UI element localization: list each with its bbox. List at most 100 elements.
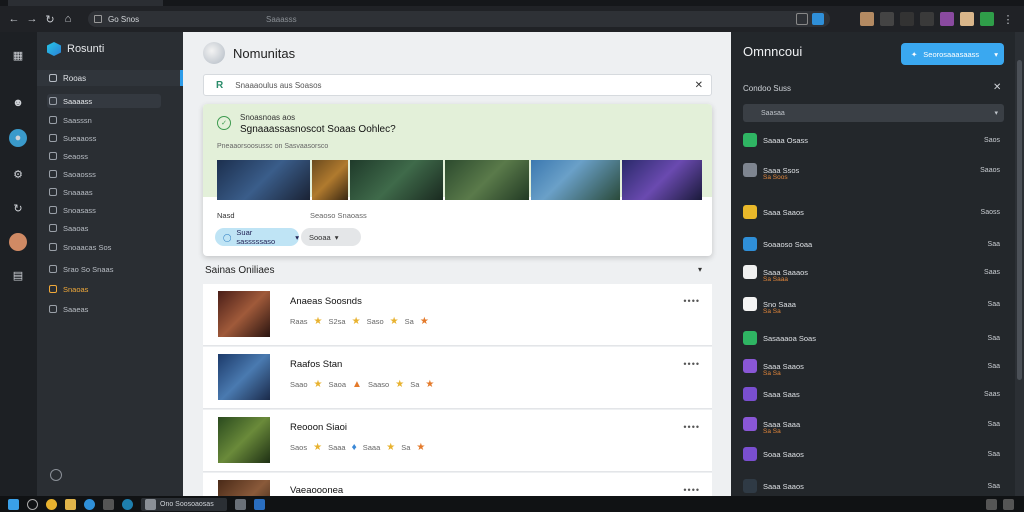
screenshot-thumb[interactable] <box>312 160 348 200</box>
sidebar-item-11[interactable]: Snaoas <box>47 282 161 296</box>
panel-list-item[interactable]: Saaa Saaos Sa Sa Saa <box>743 358 1004 377</box>
meta-value: Saso <box>366 317 384 326</box>
refresh-ext-icon[interactable] <box>796 13 808 25</box>
panel-item-value: Saoss <box>980 208 1000 216</box>
edge-icon[interactable] <box>84 498 95 510</box>
search-input[interactable]: R Snaaaoulus aus Soasos ✕ <box>203 74 712 96</box>
page-icon <box>94 15 102 23</box>
document-icon[interactable]: ▤ <box>9 266 27 284</box>
more-icon[interactable]: •••• <box>683 485 700 495</box>
controller-ext-icon[interactable] <box>880 12 894 26</box>
chevron-down-icon[interactable]: ▾ <box>698 265 702 274</box>
folder-icon[interactable] <box>65 498 76 510</box>
screenshot-thumb[interactable] <box>445 160 529 200</box>
panel-list-item[interactable]: Saaa Ssos Sa Soos Saaos <box>743 162 1004 181</box>
game-row[interactable]: Reooon Siaoi Saos ★ Saaa ♦ Saaa ★ Sa ★ •… <box>203 410 712 472</box>
reload-icon[interactable]: ↻ <box>42 11 58 27</box>
settings-icon[interactable]: ⚙ <box>9 165 27 183</box>
sidebar-item-5[interactable]: Saoaosss <box>47 167 161 181</box>
crop-ext-icon[interactable] <box>920 12 934 26</box>
screenshot-thumb[interactable] <box>350 160 443 200</box>
game-row[interactable]: Anaeas Soosnds Raas ★ S2sa ★ Saso ★ Sa ★… <box>203 284 712 346</box>
sidebar-item-9[interactable]: Snoaacas Sos <box>47 240 161 254</box>
menu-icon[interactable]: ⋮ <box>1000 11 1016 27</box>
sidebar: Rosunti Rooas Saaaass Saasssn Sueaaoss S… <box>37 32 183 496</box>
panel-list-item[interactable]: Saaa Saaaos Sa Saaa Saas <box>743 264 1004 283</box>
more-icon[interactable]: •••• <box>683 422 700 432</box>
game-row[interactable]: Raafos Stan Saao ★ Saoa ▲ Saaso ★ Sa ★ •… <box>203 347 712 409</box>
sidebar-item-12[interactable]: Saaeas <box>47 302 161 316</box>
windows-start-icon[interactable] <box>8 498 19 510</box>
avatar-ext-icon[interactable] <box>940 12 954 26</box>
scrollbar-thumb[interactable] <box>1017 60 1022 380</box>
profile-icon[interactable] <box>9 233 27 251</box>
sidebar-item-6[interactable]: Snaaaas <box>47 185 161 199</box>
globe-icon[interactable]: ● <box>9 129 27 147</box>
panel-list-item[interactable]: Soaaoso Soaa Saa <box>743 236 1004 252</box>
sort-chip[interactable]: Sooaa ▾ <box>301 228 361 246</box>
sidebar-item-7[interactable]: Snoasass <box>47 203 161 217</box>
panel-list-item[interactable]: Sno Saaa Sa Sa Saa <box>743 296 1004 315</box>
brand[interactable]: Rosunti <box>47 42 104 56</box>
avatar[interactable] <box>203 42 225 64</box>
panel-list-item[interactable]: Soaa Saaos Saa <box>743 446 1004 462</box>
star-icon: ★ <box>386 442 396 453</box>
green-ext-icon[interactable] <box>980 12 994 26</box>
user-add-icon[interactable]: ☻ <box>9 94 27 112</box>
close-icon[interactable]: ✕ <box>993 82 1001 93</box>
puzzle-icon: ♦ <box>351 442 357 453</box>
panel-list-item[interactable]: Saaaa Osass Saos <box>743 132 1004 148</box>
more-icon[interactable]: •••• <box>683 359 700 369</box>
panel-list-item[interactable]: Saaa Saas Saas <box>743 386 1004 402</box>
forward-icon[interactable]: → <box>24 11 40 27</box>
panel-list-item[interactable]: Saaa Saaos Saa <box>743 478 1004 494</box>
game-image <box>218 291 270 337</box>
screenshot-thumb[interactable] <box>217 160 310 200</box>
sidebar-item-2[interactable]: Saasssn <box>47 113 161 127</box>
screenshot-thumb[interactable] <box>531 160 620 200</box>
tray-icon[interactable] <box>1003 499 1014 510</box>
filter-chip[interactable]: ◯ Suar sasssssaso ▾ <box>215 228 299 246</box>
panel-list-item[interactable]: Sasaaaoa Soas Saa <box>743 330 1004 346</box>
grid-icon[interactable]: ▦ <box>9 46 27 64</box>
sidebar-item-1[interactable]: Saaaass <box>47 94 161 108</box>
more-icon[interactable]: •••• <box>683 296 700 306</box>
tray-icon[interactable] <box>986 499 997 510</box>
puzzle-ext-icon[interactable] <box>900 12 914 26</box>
steam-icon[interactable] <box>122 498 133 510</box>
app-icon <box>743 447 757 461</box>
blue-app-icon[interactable] <box>254 498 265 510</box>
window-icon[interactable] <box>235 498 246 510</box>
close-icon[interactable]: ✕ <box>695 80 703 91</box>
star-icon: ★ <box>425 379 435 390</box>
chrome-icon[interactable] <box>46 498 57 510</box>
app-icon[interactable] <box>103 498 114 510</box>
taskbar-app[interactable]: Ono Soosoaosas <box>141 497 227 511</box>
star-icon: ★ <box>313 379 323 390</box>
refresh-icon[interactable]: ↻ <box>9 199 27 217</box>
game-row[interactable]: Vaeaooonea •••• <box>203 473 712 496</box>
sidebar-item-3[interactable]: Sueaaoss <box>47 131 161 145</box>
app-icon <box>743 133 757 147</box>
sidebar-item-home[interactable]: Rooas <box>37 70 183 86</box>
panel-list-item[interactable]: Saaa Saaa Sa Sa Saa <box>743 416 1004 435</box>
help-icon[interactable] <box>50 469 62 481</box>
screenshot-thumb[interactable] <box>622 160 702 200</box>
card-meta-left: Nasd <box>217 211 235 220</box>
home-icon <box>49 74 57 82</box>
panel-list-item[interactable]: Saaa Saaos Saoss <box>743 204 1004 220</box>
extension-tray: ⋮ <box>860 11 1018 27</box>
panel-filter-input[interactable]: Saasaa ▾ <box>743 104 1004 122</box>
home-icon[interactable]: ⌂ <box>60 11 76 27</box>
user-ext-icon[interactable] <box>960 12 974 26</box>
primary-button[interactable]: ✦ Seorosaaasaass ▾ <box>901 43 1004 65</box>
back-icon[interactable]: ← <box>6 11 22 27</box>
blue-ext-icon[interactable] <box>812 13 824 25</box>
profile-ext-icon[interactable] <box>860 12 874 26</box>
address-bar[interactable]: Go Snos Saaasss <box>88 11 830 27</box>
search-icon[interactable] <box>27 498 38 510</box>
sidebar-item-10[interactable]: Srao So Snaas <box>47 262 161 276</box>
sidebar-item-4[interactable]: Seaoss <box>47 149 161 163</box>
sidebar-item-8[interactable]: Saaoas <box>47 221 161 235</box>
app-icon <box>743 359 757 373</box>
